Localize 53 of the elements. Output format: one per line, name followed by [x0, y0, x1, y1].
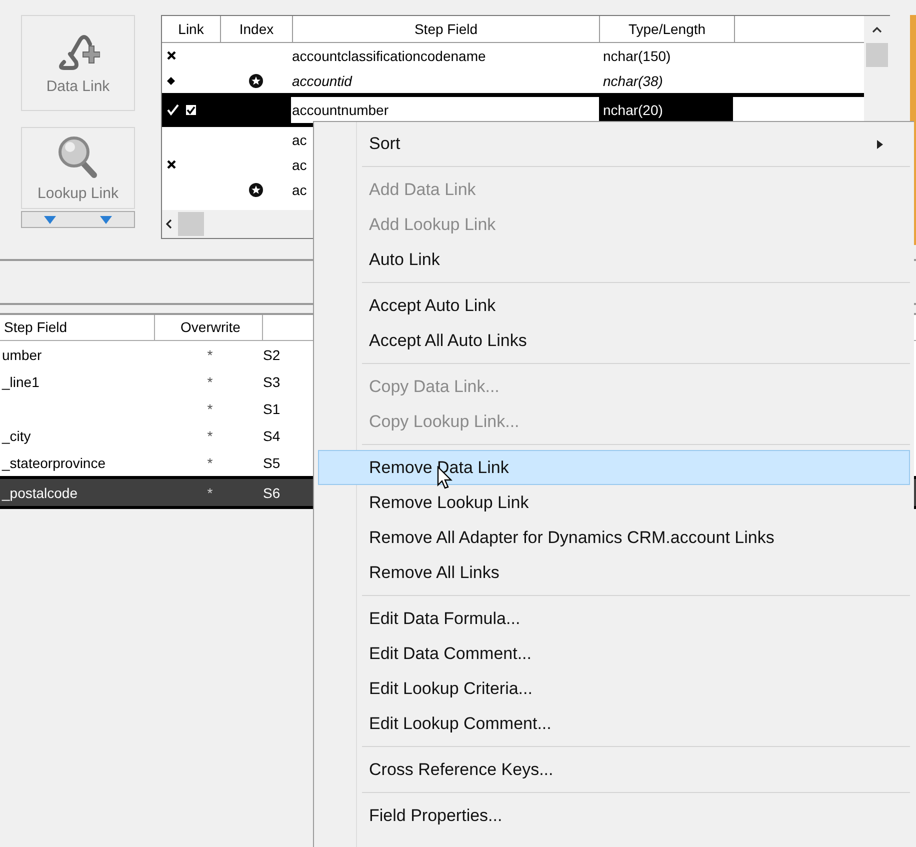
scrollbar-thumb[interactable] — [178, 212, 204, 236]
lookup-link-button[interactable]: Lookup Link — [21, 127, 135, 209]
column-header[interactable]: Link — [162, 16, 221, 42]
table-cell: S3 — [263, 374, 280, 390]
menu-item[interactable]: Remove All Adapter for Dynamics CRM.account Links — [318, 520, 910, 555]
table-cell: * — [207, 454, 213, 470]
table-cell[interactable]: accountnumber — [291, 97, 599, 123]
triangle-down-icon — [100, 216, 112, 224]
table-cell[interactable]: accountid — [291, 68, 599, 93]
table-cell: S2 — [263, 346, 280, 362]
table-cell: S5 — [263, 454, 280, 470]
menu-item[interactable]: Edit Data Formula... — [318, 601, 910, 636]
column-header[interactable]: Index — [221, 16, 293, 42]
column-header[interactable]: Step Field — [293, 16, 600, 42]
table-cell: * — [207, 374, 213, 390]
data-link-button[interactable]: Data Link — [21, 15, 135, 111]
scroll-left-icon[interactable] — [166, 219, 172, 229]
magnifier-icon — [57, 134, 99, 178]
table-cell: * — [207, 484, 213, 500]
expand-strip[interactable] — [21, 211, 135, 228]
table-cell: * — [207, 428, 213, 444]
table-cell[interactable]: accountclassificationcodename — [291, 43, 599, 68]
table-cell: umber — [2, 346, 42, 362]
menu-item[interactable]: Edit Lookup Criteria... — [318, 671, 910, 706]
table-cell: S6 — [263, 484, 280, 500]
table-cell: _city — [2, 428, 31, 444]
menu-item[interactable]: Remove Lookup Link — [318, 485, 910, 520]
menu-item[interactable]: Cross Reference Keys... — [318, 752, 910, 787]
menu-item[interactable]: Sort — [318, 126, 910, 161]
checkbox[interactable] — [185, 104, 197, 116]
menu-item[interactable]: Edit Lookup Comment... — [318, 706, 910, 741]
table-cell: _stateorprovince — [2, 454, 106, 470]
scroll-up-icon[interactable] — [872, 26, 882, 33]
table-cell: S1 — [263, 400, 280, 416]
menu-item[interactable]: Accept All Auto Links — [318, 323, 910, 358]
table-cell: * — [207, 400, 213, 416]
table-cell: _line1 — [2, 374, 40, 390]
menu-item[interactable]: Field Properties... — [318, 798, 910, 833]
table-cell: nchar(150) — [603, 48, 671, 64]
menu-item[interactable]: Edit Data Comment... — [318, 636, 910, 671]
table-cell: nchar(38) — [603, 72, 663, 88]
menu-item[interactable]: Auto Link — [318, 242, 910, 277]
menu-item[interactable]: Accept Auto Link — [318, 288, 910, 323]
table-cell: nchar(20) — [603, 102, 663, 118]
table-cell: * — [207, 346, 213, 362]
column-header[interactable]: Type/Length — [600, 16, 735, 42]
column-header[interactable]: Step Field — [0, 315, 155, 340]
table-cell: _postalcode — [2, 484, 78, 500]
menu-item[interactable]: Remove All Links — [318, 555, 910, 590]
triangle-down-icon — [44, 216, 56, 224]
column-header[interactable]: Overwrite — [155, 315, 263, 340]
table-cell: S4 — [263, 428, 280, 444]
scrollbar-thumb[interactable] — [866, 43, 888, 67]
